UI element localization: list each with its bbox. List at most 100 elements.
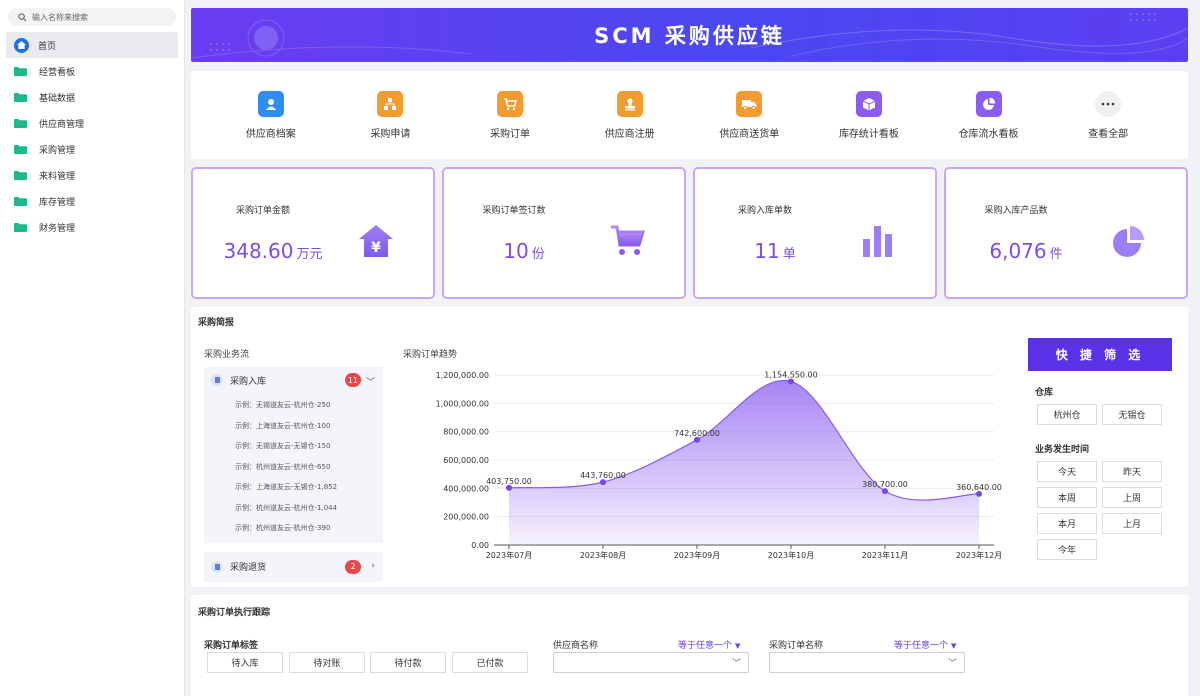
sidebar-item-home[interactable]: 首页: [6, 32, 178, 58]
search-input[interactable]: 输入名称来搜索: [8, 8, 176, 26]
stat-number: 10: [503, 239, 529, 263]
stat-card-inbound-count: 采购入库单数 11 单: [693, 167, 937, 299]
list-item[interactable]: 示例：上海道友云-杭州仓-100: [235, 416, 383, 437]
truck-icon: [736, 90, 763, 117]
flow-returns[interactable]: 采购退货 2 ›: [204, 551, 383, 582]
sidebar-item-label: 库存管理: [39, 197, 76, 208]
stat-unit: 单: [782, 247, 796, 262]
time-chip[interactable]: 上月: [1102, 513, 1162, 534]
order-name-label: 采购订单名称: [769, 641, 824, 651]
section-title: 采购简报: [198, 318, 235, 328]
sidebar: 输入名称来搜索 首页 经营看板 基础数据 供应商管理 采购管理 来料管理 库存管…: [0, 0, 185, 696]
caret-down-icon: ▼: [735, 642, 741, 650]
quick-link-purchase-request[interactable]: 采购申请: [340, 90, 440, 140]
folder-icon: [14, 66, 27, 76]
y-tick-label: 1,200,000.00: [436, 371, 489, 380]
document-icon: [211, 560, 223, 573]
time-chip[interactable]: 上周: [1102, 487, 1162, 508]
series-area: [509, 380, 979, 545]
data-label: 443,760.00: [580, 471, 626, 480]
sidebar-item-label: 首页: [38, 41, 57, 52]
stat-unit: 件: [1049, 247, 1063, 262]
y-tick-label: 400,000.00: [443, 484, 489, 493]
quick-link-delivery-note[interactable]: 供应商送货单: [699, 90, 799, 140]
stamp-icon: [616, 90, 643, 117]
brief-panel: 采购简报 采购业务流 采购订单趋势 采购入库 11 ﹀ 示例：无锡道友云-杭州仓…: [191, 307, 1188, 587]
time-chip[interactable]: 昨天: [1102, 461, 1162, 482]
y-tick-label: 600,000.00: [443, 456, 489, 465]
inbound-list: 示例：无锡道友云-杭州仓-250 示例：上海道友云-杭州仓-100 示例：无锡道…: [204, 393, 383, 543]
stat-title: 采购入库单数: [737, 206, 792, 216]
chevron-down-icon[interactable]: ﹀: [366, 375, 375, 388]
time-chip[interactable]: 本周: [1037, 487, 1097, 508]
stat-card-order-amount: 采购订单金额 348.60 万元 ¥: [191, 167, 435, 299]
search-placeholder: 输入名称来搜索: [32, 12, 88, 22]
chevron-right-icon[interactable]: ›: [371, 561, 375, 571]
supplier-match-mode[interactable]: 等于任意一个 ▼: [678, 638, 740, 651]
warehouse-chip[interactable]: 杭州仓: [1037, 404, 1097, 425]
y-tick-label: 200,000.00: [443, 513, 489, 522]
quick-link-purchase-order[interactable]: 采购订单: [460, 90, 560, 140]
stats-row: 采购订单金额 348.60 万元 ¥ 采购订单签订数 10 份 采购入库单数 11 单…: [191, 167, 1188, 299]
flow-label: 采购入库: [230, 376, 267, 387]
order-match-mode[interactable]: 等于任意一个 ▼: [894, 638, 956, 651]
match-mode-text: 等于任意一个: [894, 641, 949, 651]
trend-title: 采购订单趋势: [403, 350, 458, 360]
list-item[interactable]: 示例：杭州道友云-杭州仓-390: [235, 518, 383, 539]
cart-icon: [611, 225, 645, 255]
stat-number: 6,076: [989, 239, 1047, 263]
quick-filter: 快 捷 筛 选 仓库 杭州仓 无锡仓 业务发生时间 今天 昨天 本周 上周 本月…: [1028, 338, 1172, 560]
svg-text:¥: ¥: [371, 240, 381, 256]
sidebar-item-finance[interactable]: 财务管理: [0, 214, 184, 240]
quick-link-supplier-register[interactable]: 供应商注册: [580, 90, 680, 140]
list-item[interactable]: 示例：杭州道友云-杭州仓-650: [235, 457, 383, 478]
home-icon: [14, 37, 29, 53]
user-card-icon: [257, 90, 284, 117]
quick-link-label: 库存统计看板: [838, 128, 899, 140]
warehouse-options: 杭州仓 无锡仓: [1037, 404, 1172, 425]
list-item[interactable]: 示例：无锡道友云-杭州仓-250: [235, 395, 383, 416]
sidebar-item-supplier[interactable]: 供应商管理: [0, 110, 184, 136]
tag-button[interactable]: 待入库: [207, 652, 283, 673]
stat-title: 采购订单签订数: [482, 206, 546, 216]
sidebar-item-purchase[interactable]: 采购管理: [0, 136, 184, 162]
quick-link-label: 供应商档案: [245, 128, 296, 140]
x-tick-label: 2023年12月: [956, 550, 1003, 560]
list-item[interactable]: 示例：上海道友云-无锡仓-1,852: [235, 477, 383, 498]
warehouse-chip[interactable]: 无锡仓: [1102, 404, 1162, 425]
time-chip[interactable]: 今天: [1037, 461, 1097, 482]
sidebar-item-dashboard[interactable]: 经营看板: [0, 58, 184, 84]
folder-icon: [14, 222, 27, 232]
data-label: 380,700.00: [862, 480, 908, 489]
data-label: 1,154,550.00: [764, 370, 817, 379]
x-tick-label: 2023年08月: [580, 550, 627, 560]
stat-value: 348.60 万元: [193, 239, 353, 263]
time-chip[interactable]: 今年: [1037, 539, 1097, 560]
time-chip[interactable]: 本月: [1037, 513, 1097, 534]
tag-button[interactable]: 待付款: [370, 652, 446, 673]
stat-unit: 万元: [296, 247, 323, 262]
list-item[interactable]: 示例：杭州道友云-杭州仓-1,044: [235, 498, 383, 519]
flow-inbound[interactable]: 采购入库 11 ﹀: [204, 367, 383, 393]
yuan-house-icon: ¥: [359, 225, 393, 257]
stat-value: 11 单: [695, 239, 855, 263]
tag-button[interactable]: 待对账: [289, 652, 365, 673]
quick-link-view-all[interactable]: 查看全部: [1058, 90, 1158, 140]
order-name-select[interactable]: ﹀: [769, 652, 965, 673]
quick-filter-button[interactable]: 快 捷 筛 选: [1028, 338, 1172, 371]
quick-link-warehouse-flow[interactable]: 仓库流水看板: [939, 90, 1039, 140]
sidebar-item-incoming[interactable]: 来料管理: [0, 162, 184, 188]
sidebar-item-basic-data[interactable]: 基础数据: [0, 84, 184, 110]
tag-label: 采购订单标签: [204, 641, 259, 651]
supplier-select[interactable]: ﹀: [553, 652, 749, 673]
pie-chart-icon: [1113, 226, 1144, 257]
quick-link-supplier-profile[interactable]: 供应商档案: [221, 90, 321, 140]
banner: SCM 采购供应链: [191, 8, 1188, 62]
quick-link-inventory-board[interactable]: 库存统计看板: [819, 90, 919, 140]
tag-button[interactable]: 已付款: [452, 652, 528, 673]
list-item[interactable]: 示例：无锡道友云-无锡仓-150: [235, 436, 383, 457]
stat-title: 采购订单金额: [235, 206, 290, 216]
stat-title: 采购入库产品数: [984, 206, 1048, 216]
chevron-down-icon: ﹀: [731, 659, 741, 669]
sidebar-item-inventory[interactable]: 库存管理: [0, 188, 184, 214]
